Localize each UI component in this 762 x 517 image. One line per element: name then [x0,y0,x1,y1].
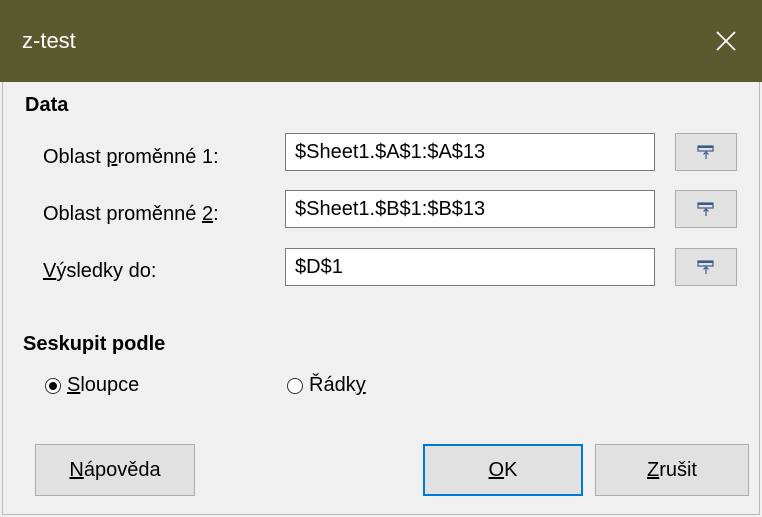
results-label: Výsledky do: [43,260,157,282]
radio-rows-label: Řádky [309,374,366,396]
window-title: z-test [22,28,76,53]
dialog-content: Data Oblast proměnné 1: Oblast proměnné … [2,82,760,515]
results-shrink-button[interactable] [675,248,737,286]
ok-button[interactable]: OK [423,444,583,496]
var2-shrink-button[interactable] [675,190,737,228]
results-input[interactable] [285,248,655,286]
shrink-icon [697,202,714,216]
data-section-title: Data [25,94,69,116]
radio-rows[interactable]: Řádky [287,374,366,397]
cancel-button[interactable]: Zrušit [595,444,749,496]
radio-rows-indicator[interactable] [287,377,303,394]
close-button[interactable] [690,0,762,82]
shrink-icon [697,145,714,159]
radio-columns-indicator[interactable] [45,377,61,394]
group-section-title: Seskupit podle [23,333,166,355]
radio-columns[interactable]: Sloupce [45,374,139,397]
var1-range-label: Oblast proměnné 1: [43,146,219,168]
var2-range-label: Oblast proměnné 2: [43,203,219,225]
title-bar: z-test [0,0,762,82]
help-button[interactable]: Nápověda [35,444,195,496]
var2-range-input[interactable] [285,190,655,228]
close-icon [716,31,736,51]
shrink-icon [697,260,714,274]
var1-shrink-button[interactable] [675,133,737,171]
radio-columns-label: Sloupce [67,374,140,396]
var1-range-input[interactable] [285,133,655,171]
